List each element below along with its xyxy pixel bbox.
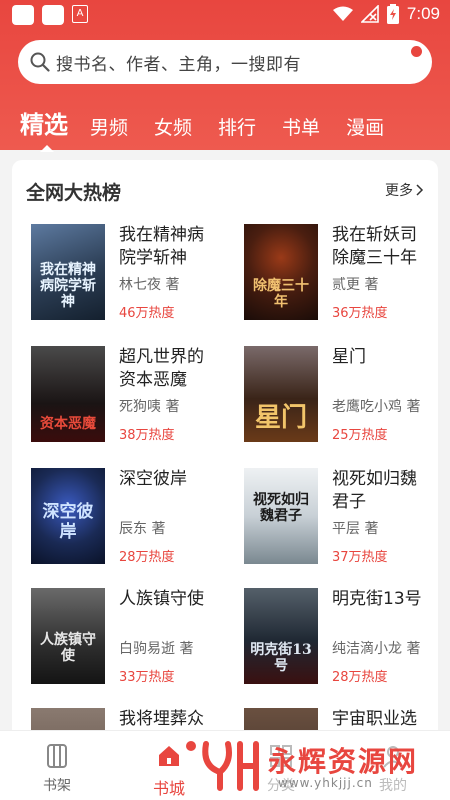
book-heat: 28万热度 xyxy=(332,670,388,685)
book-item[interactable]: 我在精神病院学斩神 我在精神病院学斩神 林七夜 著 46万热度 xyxy=(31,224,231,324)
book-heat: 33万热度 xyxy=(119,670,175,685)
tab-booklist[interactable]: 书单 xyxy=(282,113,320,140)
more-link[interactable]: 更多 xyxy=(385,180,424,200)
tab-ranking[interactable]: 排行 xyxy=(218,113,256,140)
book-author: 辰东 著 xyxy=(119,521,166,537)
book-heat: 38万热度 xyxy=(119,428,175,443)
tab-male[interactable]: 男频 xyxy=(90,113,128,140)
hot-list-card: 全网大热榜 更多 我在精神病院学斩神 我在精神病院学斩神 林七夜 著 46万热度… xyxy=(12,160,438,740)
book-item[interactable]: 深空彼岸 深空彼岸 辰东 著 28万热度 xyxy=(31,468,231,568)
book-item[interactable]: 星门 星门 老鹰吃小鸡 著 25万热度 xyxy=(244,346,438,446)
book-author: 林七夜 著 xyxy=(119,277,180,293)
book-title: 我在精神病院学斩神 xyxy=(119,225,204,268)
book-title: 人族镇守使 xyxy=(119,589,204,609)
book-item[interactable]: 除魔三十年 我在斩妖司除魔三十年 贰更 著 36万热度 xyxy=(244,224,438,324)
clock: 7:09 xyxy=(406,4,440,23)
search-bar[interactable]: 搜书名、作者、主角，一搜即有 xyxy=(18,40,432,84)
nav-bookshelf[interactable]: 书架 xyxy=(22,741,92,795)
site-watermark: 永辉资源网 www.yhkjjj.cn xyxy=(200,738,440,794)
book-cover[interactable]: 明克街13号 xyxy=(244,588,318,684)
active-tab-indicator xyxy=(40,145,54,152)
category-tabs: 精选 男频 女频 排行 书单 漫画 xyxy=(20,100,410,152)
watermark-logo-icon xyxy=(202,741,259,791)
chevron-right-icon xyxy=(416,184,424,196)
book-item[interactable]: 人族镇守使 人族镇守使 白驹易逝 著 33万热度 xyxy=(31,588,231,688)
book-item[interactable]: 资本恶魔 超凡世界的资本恶魔 死狗咦 著 38万热度 xyxy=(31,346,231,446)
signal-off-icon xyxy=(360,5,379,23)
book-cover[interactable]: 资本恶魔 xyxy=(31,346,105,442)
bookshelf-icon xyxy=(47,744,67,768)
section-title: 全网大热榜 xyxy=(26,182,122,204)
book-author: 白驹易逝 著 xyxy=(119,641,194,657)
book-heat: 28万热度 xyxy=(119,550,175,565)
status-bar: A 7:09 xyxy=(0,0,450,30)
search-icon xyxy=(30,52,50,72)
book-author: 平层 著 xyxy=(332,521,379,537)
book-cover[interactable]: 视死如归魏君子 xyxy=(244,468,318,564)
book-heat: 46万热度 xyxy=(119,306,175,321)
app-notification-icon: A xyxy=(72,5,88,23)
book-author: 老鹰吃小鸡 著 xyxy=(332,399,421,415)
book-cover[interactable]: 我在精神病院学斩神 xyxy=(31,224,105,320)
notification-dot xyxy=(186,741,196,751)
watermark-name: 永辉资源网 xyxy=(268,745,419,778)
battery-icon xyxy=(386,4,399,24)
home-icon xyxy=(159,746,179,766)
book-cover[interactable]: 深空彼岸 xyxy=(31,468,105,564)
notification-dot xyxy=(411,46,422,57)
book-title: 深空彼岸 xyxy=(119,469,187,489)
book-author: 贰更 著 xyxy=(332,277,379,293)
tab-featured[interactable]: 精选 xyxy=(20,105,68,152)
book-title: 超凡世界的资本恶魔 xyxy=(119,347,204,390)
book-title: 我在斩妖司除魔三十年 xyxy=(332,225,417,268)
nav-bookstore[interactable]: 书城 xyxy=(134,741,204,799)
book-title: 星门 xyxy=(332,347,366,367)
book-title: 视死如归魏君子 xyxy=(332,469,417,512)
tab-female[interactable]: 女频 xyxy=(154,113,192,140)
tab-comics[interactable]: 漫画 xyxy=(346,113,384,140)
book-cover[interactable]: 除魔三十年 xyxy=(244,224,318,320)
book-author: 死狗咦 著 xyxy=(119,399,180,415)
notification-icon xyxy=(12,5,34,25)
book-heat: 37万热度 xyxy=(332,550,388,565)
book-heat: 25万热度 xyxy=(332,428,388,443)
book-cover[interactable]: 星门 xyxy=(244,346,318,442)
wifi-icon xyxy=(332,6,353,21)
notification-icon xyxy=(42,5,64,25)
book-heat: 36万热度 xyxy=(332,306,388,321)
watermark-url: www.yhkjjj.cn xyxy=(278,776,373,790)
book-item[interactable]: 明克街13号 明克街13号 纯洁滴小龙 著 28万热度 xyxy=(244,588,438,688)
search-placeholder: 搜书名、作者、主角，一搜即有 xyxy=(56,54,301,75)
book-cover[interactable]: 人族镇守使 xyxy=(31,588,105,684)
book-title: 明克街13号 xyxy=(332,589,422,609)
book-author: 纯洁滴小龙 著 xyxy=(332,641,421,657)
book-item[interactable]: 视死如归魏君子 视死如归魏君子 平层 著 37万热度 xyxy=(244,468,438,568)
